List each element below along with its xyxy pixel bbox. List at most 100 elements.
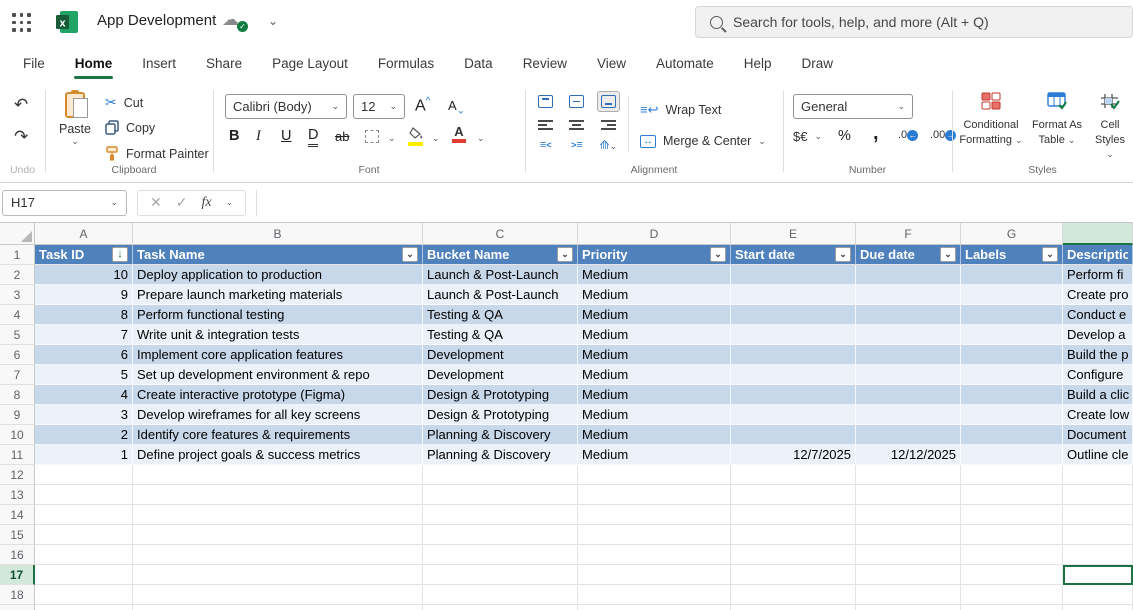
cell-E2[interactable] — [731, 265, 856, 285]
cell-C19[interactable] — [423, 605, 578, 610]
tab-help[interactable]: Help — [731, 50, 785, 77]
cell-A17[interactable] — [35, 565, 133, 585]
row-header-16[interactable]: 16 — [0, 545, 35, 565]
cell-D17[interactable] — [578, 565, 731, 585]
cell-B6[interactable]: Implement core application features — [133, 345, 423, 365]
tab-data[interactable]: Data — [451, 50, 506, 77]
cell-E6[interactable] — [731, 345, 856, 365]
cell-H14[interactable] — [1063, 505, 1133, 525]
cell-F11[interactable]: 12/12/2025 — [856, 445, 961, 465]
cell-F1[interactable]: Due date⌄ — [856, 245, 961, 265]
cell-C7[interactable]: Development — [423, 365, 578, 385]
cell-D19[interactable] — [578, 605, 731, 610]
cell-E8[interactable] — [731, 385, 856, 405]
row-header-1[interactable]: 1 — [0, 245, 35, 265]
font-color-chevron-icon[interactable]: ⌄ — [477, 133, 485, 144]
cell-B12[interactable] — [133, 465, 423, 485]
cell-D12[interactable] — [578, 465, 731, 485]
cell-H5[interactable]: Develop a — [1063, 325, 1133, 345]
filter-button-G[interactable]: ⌄ — [1042, 247, 1058, 262]
font-color-button[interactable]: A — [452, 125, 466, 143]
cell-H6[interactable]: Build the p — [1063, 345, 1133, 365]
double-underline-button[interactable]: D — [308, 128, 318, 147]
cell-F19[interactable] — [856, 605, 961, 610]
app-launcher-icon[interactable] — [12, 13, 32, 33]
cell-H3[interactable]: Create pro — [1063, 285, 1133, 305]
name-box[interactable]: H17 ⌄ — [2, 190, 127, 216]
cell-E14[interactable] — [731, 505, 856, 525]
cell-F13[interactable] — [856, 485, 961, 505]
cell-D18[interactable] — [578, 585, 731, 605]
cell-G12[interactable] — [961, 465, 1063, 485]
cell-B15[interactable] — [133, 525, 423, 545]
filter-button-F[interactable]: ⌄ — [940, 247, 956, 262]
filter-button-D[interactable]: ⌄ — [710, 247, 726, 262]
align-left-icon[interactable] — [538, 120, 553, 130]
decrease-indent-icon[interactable]: ≡< — [540, 139, 552, 151]
formula-input[interactable] — [256, 190, 1129, 216]
cell-C8[interactable]: Design & Prototyping — [423, 385, 578, 405]
bold-button[interactable]: B — [229, 128, 239, 144]
insert-function-icon[interactable]: fx — [201, 195, 211, 211]
cell-E4[interactable] — [731, 305, 856, 325]
font-size-select[interactable]: 12⌄ — [353, 94, 405, 119]
cut-button[interactable]: ✂ Cut — [105, 94, 143, 111]
filter-button-C[interactable]: ⌄ — [557, 247, 573, 262]
cell-B19[interactable] — [133, 605, 423, 610]
tab-review[interactable]: Review — [510, 50, 580, 77]
cell-A11[interactable]: 1 — [35, 445, 133, 465]
paste-button[interactable]: Paste ⌄ — [55, 92, 95, 147]
borders-chevron-icon[interactable]: ⌄ — [388, 133, 396, 144]
cell-C11[interactable]: Planning & Discovery — [423, 445, 578, 465]
row-header-2[interactable]: 2 — [0, 265, 35, 285]
grow-font-button[interactable]: A^ — [415, 96, 430, 115]
cell-H10[interactable]: Document — [1063, 425, 1133, 445]
filter-button-E[interactable]: ⌄ — [835, 247, 851, 262]
cell-C6[interactable]: Development — [423, 345, 578, 365]
cell-C14[interactable] — [423, 505, 578, 525]
cell-A16[interactable] — [35, 545, 133, 565]
cell-H9[interactable]: Create low — [1063, 405, 1133, 425]
font-name-select[interactable]: Calibri (Body)⌄ — [225, 94, 347, 119]
cell-H17[interactable] — [1063, 565, 1133, 585]
format-painter-button[interactable]: Format Painter — [105, 146, 209, 161]
cell-A19[interactable] — [35, 605, 133, 610]
cell-B8[interactable]: Create interactive prototype (Figma) — [133, 385, 423, 405]
row-header-4[interactable]: 4 — [0, 305, 35, 325]
filter-sort-button-A[interactable]: ↓ — [112, 247, 128, 262]
cell-F16[interactable] — [856, 545, 961, 565]
wrap-text-button[interactable]: ≡↩ Wrap Text — [640, 102, 721, 118]
row-header-7[interactable]: 7 — [0, 365, 35, 385]
tab-home[interactable]: Home — [62, 50, 126, 77]
row-header-6[interactable]: 6 — [0, 345, 35, 365]
cell-A4[interactable]: 8 — [35, 305, 133, 325]
cell-C2[interactable]: Launch & Post-Launch — [423, 265, 578, 285]
cell-A3[interactable]: 9 — [35, 285, 133, 305]
row-header-11[interactable]: 11 — [0, 445, 35, 465]
cell-D3[interactable]: Medium — [578, 285, 731, 305]
cell-D6[interactable]: Medium — [578, 345, 731, 365]
cell-C1[interactable]: Bucket Name⌄ — [423, 245, 578, 265]
tab-automate[interactable]: Automate — [643, 50, 727, 77]
cell-A8[interactable]: 4 — [35, 385, 133, 405]
cell-G2[interactable] — [961, 265, 1063, 285]
percent-style-button[interactable]: % — [838, 128, 851, 144]
cell-A7[interactable]: 5 — [35, 365, 133, 385]
cell-H18[interactable] — [1063, 585, 1133, 605]
cell-G3[interactable] — [961, 285, 1063, 305]
fill-color-button[interactable] — [408, 127, 424, 146]
cell-A14[interactable] — [35, 505, 133, 525]
tab-draw[interactable]: Draw — [789, 50, 847, 77]
cell-D4[interactable]: Medium — [578, 305, 731, 325]
cell-C18[interactable] — [423, 585, 578, 605]
cell-D15[interactable] — [578, 525, 731, 545]
borders-icon[interactable] — [365, 130, 379, 143]
cell-B3[interactable]: Prepare launch marketing materials — [133, 285, 423, 305]
tab-insert[interactable]: Insert — [129, 50, 189, 77]
cell-F17[interactable] — [856, 565, 961, 585]
row-header-8[interactable]: 8 — [0, 385, 35, 405]
filter-button-B[interactable]: ⌄ — [402, 247, 418, 262]
cell-B14[interactable] — [133, 505, 423, 525]
cell-E16[interactable] — [731, 545, 856, 565]
row-header-19[interactable]: 19 — [0, 605, 35, 610]
